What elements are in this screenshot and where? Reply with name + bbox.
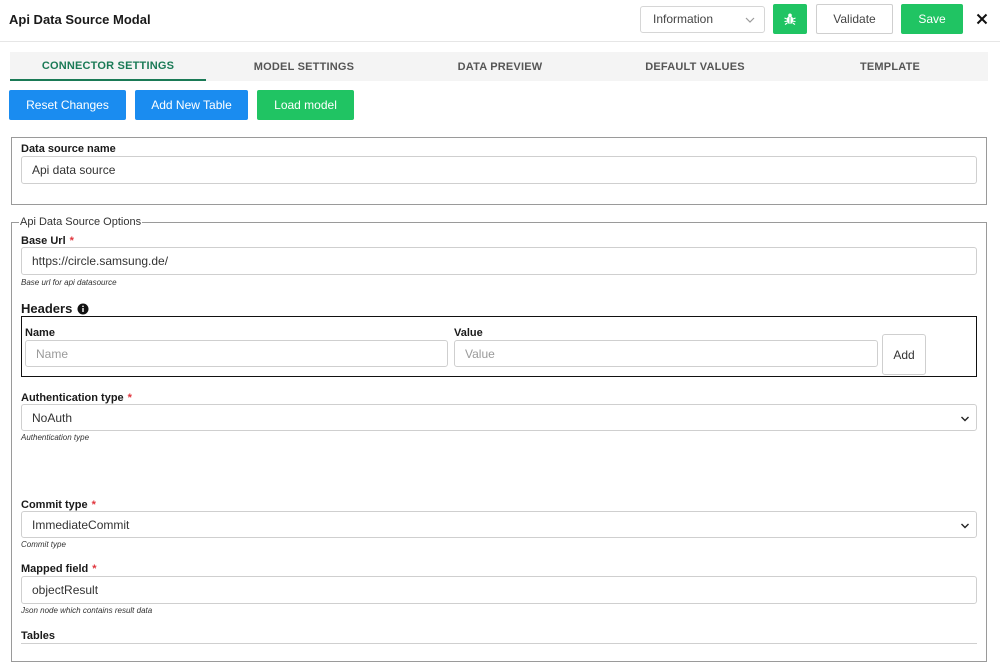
header-name-input[interactable]: Name [25, 340, 448, 367]
headers-label: Headers [21, 301, 73, 316]
commit-type-select[interactable]: ImmediateCommit [21, 511, 977, 538]
save-button[interactable]: Save [901, 4, 963, 34]
auth-type-label: Authentication type * [21, 392, 132, 404]
commit-type-label: Commit type * [21, 499, 96, 511]
datasource-name-input[interactable]: Api data source [21, 156, 977, 184]
add-new-table-button[interactable]: Add New Table [135, 90, 248, 120]
header-value-label: Value [454, 327, 483, 339]
header-name-placeholder: Name [36, 346, 69, 361]
auth-type-label-text: Authentication type [21, 392, 124, 404]
tab-data-preview[interactable]: DATA PREVIEW [402, 52, 598, 81]
info-icon[interactable] [77, 303, 89, 315]
required-mark: * [127, 392, 132, 404]
load-model-button[interactable]: Load model [257, 90, 354, 120]
auth-type-hint: Authentication type [21, 433, 90, 442]
tab-model-settings[interactable]: MODEL SETTINGS [206, 52, 402, 81]
tables-label: Tables [21, 630, 56, 642]
auth-type-value: NoAuth [32, 410, 73, 425]
debug-button[interactable] [773, 4, 807, 34]
modal-title: Api Data Source Modal [9, 12, 151, 27]
validate-button[interactable]: Validate [816, 4, 893, 34]
mapped-field-label-text: Mapped field [21, 563, 89, 575]
header-divider [0, 41, 1000, 42]
required-mark: * [91, 499, 96, 511]
commit-type-label-text: Commit type [21, 499, 88, 511]
base-url-hint: Base url for api datasource [21, 278, 117, 287]
commit-type-hint: Commit type [21, 540, 66, 549]
mapped-field-input[interactable]: objectResult [21, 576, 977, 604]
header-value-input[interactable]: Value [454, 340, 878, 367]
tab-bar: CONNECTOR SETTINGS MODEL SETTINGS DATA P… [10, 52, 988, 81]
headers-heading: Headers [21, 301, 89, 316]
reset-changes-button[interactable]: Reset Changes [9, 90, 126, 120]
tables-divider [21, 643, 977, 644]
api-options-legend: Api Data Source Options [19, 216, 143, 228]
chevron-down-icon [961, 523, 969, 529]
datasource-name-label: Data source name [21, 143, 116, 155]
tab-default-values[interactable]: DEFAULT VALUES [598, 52, 792, 81]
base-url-label: Base Url * [21, 235, 74, 247]
close-icon[interactable] [974, 11, 990, 27]
tab-connector-settings[interactable]: CONNECTOR SETTINGS [10, 52, 206, 81]
auth-type-select[interactable]: NoAuth [21, 404, 977, 431]
header-value-placeholder: Value [465, 346, 495, 361]
commit-type-value: ImmediateCommit [32, 517, 130, 532]
base-url-label-text: Base Url [21, 235, 66, 247]
header-name-label: Name [25, 327, 55, 339]
chevron-down-icon [961, 416, 969, 422]
required-mark: * [69, 235, 74, 247]
log-level-select[interactable]: Information [640, 6, 765, 33]
mapped-field-label: Mapped field * [21, 563, 97, 575]
base-url-input[interactable]: https://circle.samsung.de/ [21, 247, 977, 275]
tab-template[interactable]: TEMPLATE [792, 52, 988, 81]
log-level-value: Information [653, 12, 714, 26]
bug-icon [784, 13, 796, 25]
add-header-button[interactable]: Add [882, 334, 926, 375]
mapped-field-hint: Json node which contains result data [21, 606, 153, 615]
required-mark: * [92, 563, 97, 575]
chevron-down-icon [745, 17, 755, 23]
